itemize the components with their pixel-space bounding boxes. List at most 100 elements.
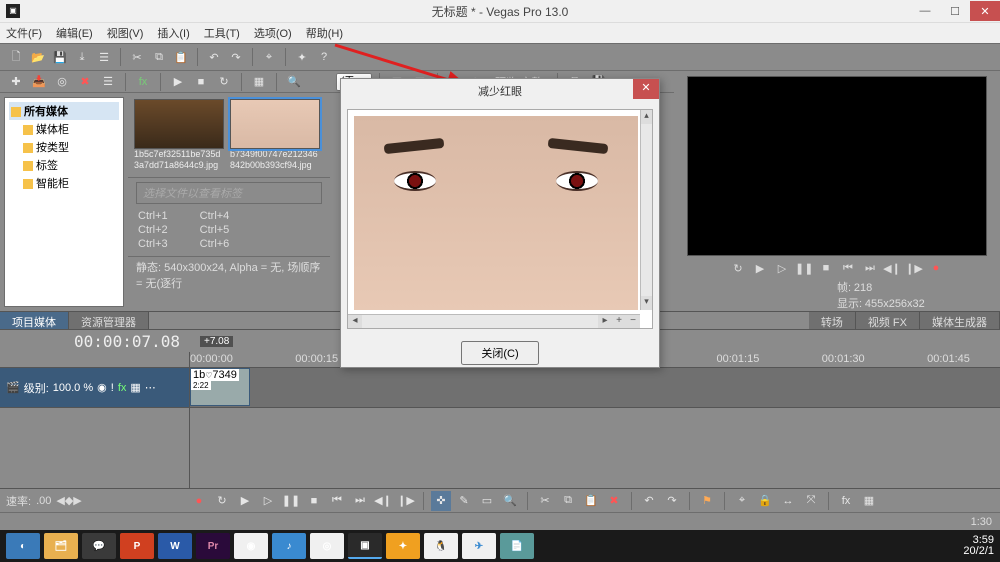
envelope-icon[interactable]: ✎ [454,491,474,511]
task-chrome-icon[interactable]: ◎ [310,533,344,559]
cut-icon[interactable]: ✂ [127,47,147,67]
tl-delete-icon[interactable]: ✖ [604,491,624,511]
task-app6-icon[interactable]: 📄 [500,533,534,559]
play-media-icon[interactable]: ▶ [168,72,188,92]
tl-play-start-icon[interactable]: ▶ [235,491,255,511]
next-frame-icon[interactable]: ❙▶ [905,262,923,275]
loop-icon[interactable]: ↻ [729,262,747,275]
task-premiere-icon[interactable]: Pr [196,533,230,559]
pause-icon[interactable]: ❚❚ [795,262,813,275]
new-project-icon[interactable]: 🗋 [6,47,26,67]
tab-transitions[interactable]: 转场 [809,312,856,329]
tree-root[interactable]: 所有媒体 [9,102,119,120]
capture-icon[interactable]: 📥 [29,72,49,92]
import-icon[interactable]: ✚ [6,72,26,92]
tl-go-start-icon[interactable]: ⏮ [327,491,347,511]
dialog-preview[interactable]: ▴▾ ◂▸+− [347,109,653,329]
tl-play-icon[interactable]: ▷ [258,491,278,511]
timeline-marker[interactable]: +7.08 [200,336,233,347]
help-icon[interactable]: ? [314,47,334,67]
menu-edit[interactable]: 编辑(E) [56,25,93,41]
tl-prev-frame-icon[interactable]: ◀❙ [373,491,393,511]
paste-icon[interactable]: 📋 [171,47,191,67]
play-start-icon[interactable]: ▶ [751,262,769,275]
tl-paste-icon[interactable]: 📋 [581,491,601,511]
solo-icon[interactable]: ! [111,382,114,394]
stop-media-icon[interactable]: ■ [191,72,211,92]
task-vegas-icon[interactable]: ▣ [348,533,382,559]
task-wechat-icon[interactable]: 💬 [82,533,116,559]
open-icon[interactable]: 📂 [28,47,48,67]
tl-auto-crossfade-icon[interactable]: ⤧ [801,491,821,511]
tl-lock-icon[interactable]: 🔒 [755,491,775,511]
media-tree[interactable]: 所有媒体 媒体柜 按类型 标签 智能柜 [4,97,124,307]
taskbar-clock[interactable]: 3:5920/2/1 [963,535,994,557]
menu-options[interactable]: 选项(O) [254,25,292,41]
tl-loop-icon[interactable]: ↻ [212,491,232,511]
tl-next-frame-icon[interactable]: ❙▶ [396,491,416,511]
tree-node[interactable]: 按类型 [9,138,119,156]
mute-icon[interactable]: ◉ [97,381,107,394]
tl-snap-icon[interactable]: ⌖ [732,491,752,511]
task-explorer-icon[interactable]: 🗂 [44,533,78,559]
task-app2-icon[interactable]: ◉ [234,533,268,559]
zoom-tool-icon[interactable]: 🔍 [500,491,520,511]
track-fx-icon[interactable]: fx [118,382,127,394]
dialog-vscrollbar[interactable]: ▴▾ [640,110,652,310]
remove-icon[interactable]: ✖ [75,72,95,92]
save-icon[interactable]: 💾 [50,47,70,67]
track-header[interactable]: 🎬 级别: 100.0 % ◉ ! fx ▦ ⋯ [0,368,190,407]
views-icon[interactable]: ▦ [249,72,269,92]
media-thumb[interactable]: 1b5c7ef32511be735d3a7dd71a8644c9.jpg [134,99,224,171]
stop-icon[interactable]: ■ [817,262,835,275]
tl-copy-icon[interactable]: ⧉ [558,491,578,511]
media-thumb[interactable]: b7349f00747e212346842b00b393cf94.jpg [230,99,320,171]
properties2-icon[interactable]: ☰ [98,72,118,92]
shuttle-icon[interactable]: ◀◆▶ [56,494,81,507]
close-button[interactable]: ✕ [970,1,1000,21]
copy-icon[interactable]: ⧉ [149,47,169,67]
marker-icon[interactable]: ✦ [292,47,312,67]
tl-record-icon[interactable]: ● [189,491,209,511]
tl-layout-icon[interactable]: ▦ [859,491,879,511]
go-start-icon[interactable]: ⏮ [839,262,857,275]
track-icon[interactable]: 🎬 [6,381,20,394]
menu-file[interactable]: 文件(F) [6,25,42,41]
tab-generators[interactable]: 媒体生成器 [920,312,1000,329]
record-icon[interactable]: ● [927,262,945,275]
timeline-timecode[interactable]: 00:00:07.08 [0,332,190,351]
dialog-close-button[interactable]: ✕ [633,79,659,99]
menu-insert[interactable]: 插入(I) [157,25,189,41]
search-icon[interactable]: 🔍 [284,72,304,92]
tl-auto-ripple-icon[interactable]: ↔ [778,491,798,511]
tree-node[interactable]: 标签 [9,156,119,174]
track-motion-icon[interactable]: ▦ [130,381,140,394]
tree-node[interactable]: 智能柜 [9,174,119,192]
maximize-button[interactable]: ☐ [940,1,970,21]
task-word-icon[interactable]: W [158,533,192,559]
menu-tools[interactable]: 工具(T) [204,25,240,41]
undo-icon[interactable]: ↶ [204,47,224,67]
tab-video-fx[interactable]: 视频 FX [856,312,920,329]
tree-node[interactable]: 媒体柜 [9,120,119,138]
tl-go-end-icon[interactable]: ⏭ [350,491,370,511]
go-end-icon[interactable]: ⏭ [861,262,879,275]
tl-marker-icon[interactable]: ⚑ [697,491,717,511]
task-powerpoint-icon[interactable]: P [120,533,154,559]
dialog-close-action[interactable]: 关闭(C) [461,341,538,365]
tl-cut-icon[interactable]: ✂ [535,491,555,511]
prev-frame-icon[interactable]: ◀❙ [883,262,901,275]
snap-icon[interactable]: ⌖ [259,47,279,67]
task-app3-icon[interactable]: ♪ [272,533,306,559]
tl-redo-icon[interactable]: ↷ [662,491,682,511]
tl-undo-icon[interactable]: ↶ [639,491,659,511]
video-track[interactable]: 🎬 级别: 100.0 % ◉ ! fx ▦ ⋯ 1b♡7349 2:22 [0,368,1000,408]
tab-explorer[interactable]: 资源管理器 [69,312,149,329]
dialog-hscrollbar[interactable]: ◂▸+− [348,314,640,328]
tl-fx-icon[interactable]: fx [836,491,856,511]
more-icon[interactable]: ⋯ [145,381,156,394]
normal-edit-icon[interactable]: ✜ [431,491,451,511]
task-qq-icon[interactable]: 🐧 [424,533,458,559]
get-media-icon[interactable]: ◎ [52,72,72,92]
task-app4-icon[interactable]: ✦ [386,533,420,559]
